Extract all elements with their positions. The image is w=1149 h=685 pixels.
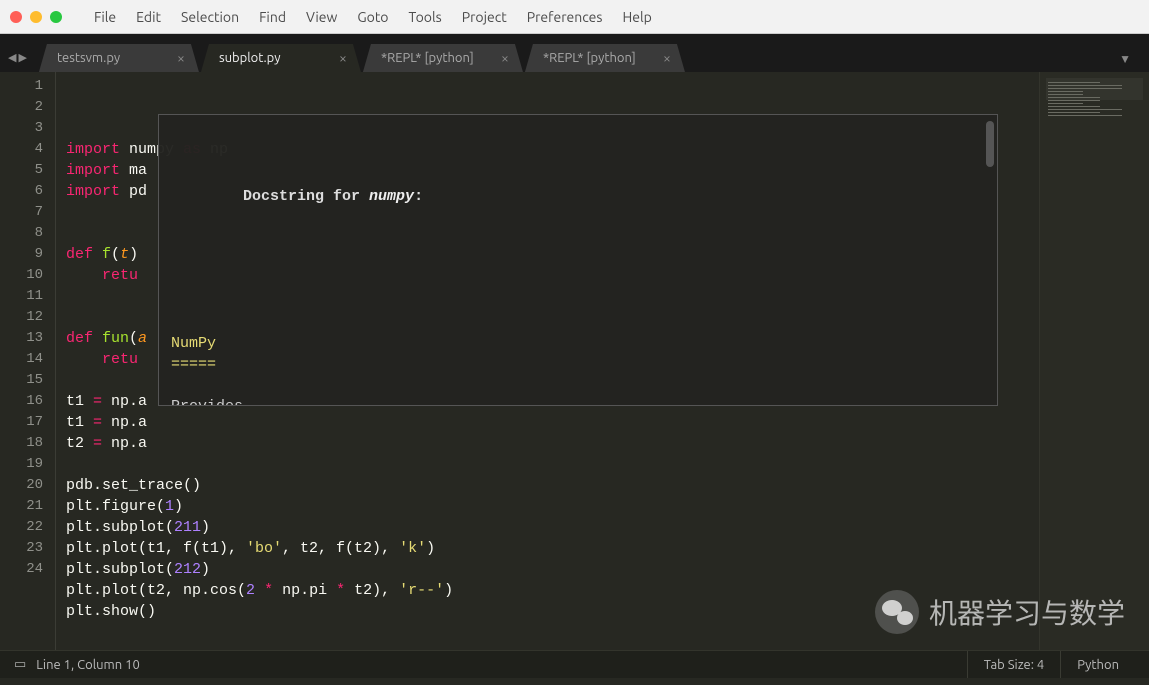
line-number: 23	[0, 538, 43, 559]
tab-2[interactable]: *REPL* [python] ×	[363, 44, 523, 72]
docstring-line: NumPy	[171, 333, 985, 354]
line-number: 24	[0, 559, 43, 580]
watermark: 机器学习与数学	[875, 590, 1125, 634]
code-line[interactable]: pdb.set_trace()	[66, 475, 1039, 496]
editor-area: 123456789101112131415161718192021222324 …	[0, 72, 1149, 650]
code-line[interactable]	[66, 454, 1039, 475]
line-number: 13	[0, 328, 43, 349]
code-line[interactable]: t2 = np.a	[66, 433, 1039, 454]
sidebar-toggle-icon[interactable]: ▭	[14, 657, 26, 672]
menu-project[interactable]: Project	[456, 7, 513, 27]
line-number: 16	[0, 391, 43, 412]
line-number: 15	[0, 370, 43, 391]
line-number: 12	[0, 307, 43, 328]
line-number: 7	[0, 202, 43, 223]
tab-overflow-icon[interactable]: ▼	[1119, 52, 1145, 72]
menu-preferences[interactable]: Preferences	[521, 7, 609, 27]
line-number: 20	[0, 475, 43, 496]
docstring-line: Provides	[171, 396, 985, 406]
line-number: 19	[0, 454, 43, 475]
line-number: 4	[0, 139, 43, 160]
menu-bar: File Edit Selection Find View Goto Tools Projec…	[0, 0, 1149, 34]
menu-find[interactable]: Find	[253, 7, 292, 27]
maximize-window-icon[interactable]	[50, 11, 62, 23]
code-line[interactable]: plt.figure(1)	[66, 496, 1039, 517]
minimize-window-icon[interactable]	[30, 11, 42, 23]
line-number: 2	[0, 97, 43, 118]
nav-back-icon[interactable]: ◀	[8, 51, 16, 64]
line-number: 3	[0, 118, 43, 139]
tab-bar: ◀ ▶ testsvm.py×subplot.py×*REPL* [python…	[0, 34, 1149, 72]
syntax-indicator[interactable]: Python	[1060, 651, 1135, 678]
tab-close-icon[interactable]: ×	[501, 51, 509, 65]
tab-label: *REPL* [python]	[381, 51, 474, 65]
tab-label: testsvm.py	[57, 51, 120, 65]
docstring-line	[171, 375, 985, 396]
line-number: 10	[0, 265, 43, 286]
code-line[interactable]: plt.subplot(212)	[66, 559, 1039, 580]
line-number: 18	[0, 433, 43, 454]
line-number: 22	[0, 517, 43, 538]
docstring-line: =====	[171, 354, 985, 375]
line-number: 9	[0, 244, 43, 265]
line-number: 1	[0, 76, 43, 97]
docstring-title-suffix: :	[414, 188, 423, 205]
line-number: 6	[0, 181, 43, 202]
menu-help[interactable]: Help	[616, 7, 657, 27]
code-editor[interactable]: import numpy as npimport maimport pd def…	[56, 72, 1039, 650]
tab-close-icon[interactable]: ×	[177, 51, 185, 65]
window-controls	[10, 11, 62, 23]
close-window-icon[interactable]	[10, 11, 22, 23]
docstring-subject: numpy	[369, 188, 414, 205]
tab-label: *REPL* [python]	[543, 51, 636, 65]
docstring-body: NumPy===== Provides 1. An array object o…	[171, 333, 985, 406]
line-number: 5	[0, 160, 43, 181]
docstring-title: Docstring for numpy:	[171, 165, 985, 228]
line-number: 21	[0, 496, 43, 517]
docstring-title-prefix: Docstring for	[243, 188, 369, 205]
tab-label: subplot.py	[219, 51, 281, 65]
docstring-scrollbar[interactable]	[986, 121, 994, 167]
tab-history-nav: ◀ ▶	[4, 51, 39, 72]
tab-close-icon[interactable]: ×	[663, 51, 671, 65]
line-number: 11	[0, 286, 43, 307]
menu-items: File Edit Selection Find View Goto Tools Projec…	[88, 7, 658, 27]
menu-goto[interactable]: Goto	[351, 7, 394, 27]
line-number: 17	[0, 412, 43, 433]
menu-tools[interactable]: Tools	[403, 7, 448, 27]
minimap[interactable]	[1039, 72, 1149, 650]
menu-file[interactable]: File	[88, 7, 122, 27]
code-line[interactable]: t1 = np.a	[66, 412, 1039, 433]
line-number: 14	[0, 349, 43, 370]
tab-0[interactable]: testsvm.py ×	[39, 44, 199, 72]
tab-close-icon[interactable]: ×	[339, 51, 347, 65]
wechat-icon	[875, 590, 919, 634]
nav-forward-icon[interactable]: ▶	[18, 51, 26, 64]
menu-edit[interactable]: Edit	[130, 7, 167, 27]
code-line[interactable]: plt.subplot(211)	[66, 517, 1039, 538]
code-line[interactable]: plt.plot(t1, f(t1), 'bo', t2, f(t2), 'k'…	[66, 538, 1039, 559]
line-number-gutter: 123456789101112131415161718192021222324	[0, 72, 56, 650]
menu-view[interactable]: View	[300, 7, 343, 27]
docstring-popup: Docstring for numpy: NumPy===== Provides…	[158, 114, 998, 406]
menu-selection[interactable]: Selection	[175, 7, 245, 27]
tab-3[interactable]: *REPL* [python] ×	[525, 44, 685, 72]
line-number: 8	[0, 223, 43, 244]
watermark-text: 机器学习与数学	[929, 592, 1125, 632]
tab-1[interactable]: subplot.py ×	[201, 44, 361, 72]
